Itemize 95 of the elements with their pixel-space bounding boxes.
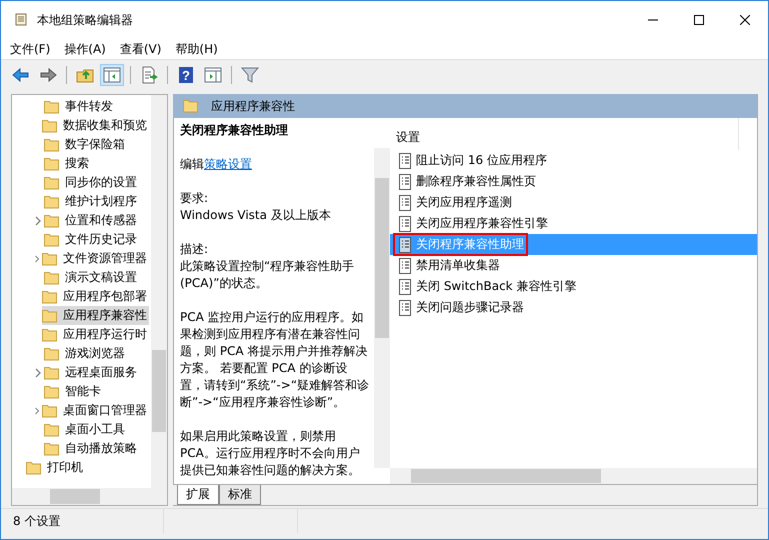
tree-item[interactable]: 事件转发 [44,97,115,116]
folder-icon [44,138,60,152]
setting-row[interactable]: 关闭问题步骤记录器 [390,297,757,318]
maximize-icon [694,15,704,25]
folder-icon [42,308,58,322]
tree-item[interactable]: 桌面窗口管理器 [42,401,149,420]
section-title: 应用程序兼容性 [211,98,295,114]
folder-icon [26,460,42,474]
expand-chevron-icon[interactable] [34,368,42,378]
horizontal-scrollbar[interactable] [390,468,757,484]
tree-item[interactable]: 游戏浏览器 [44,344,127,363]
policy-document-icon [397,152,413,168]
folder-icon [44,346,60,360]
folder-icon [44,194,60,208]
tree-item[interactable]: 智能卡 [44,382,103,401]
tree-item[interactable]: 应用程序运行时 [42,325,149,344]
edit-label: 编辑 [180,157,204,171]
tree-item[interactable]: 文件资源管理器 [42,249,149,268]
policy-settings-link[interactable]: 策略设置 [204,157,252,171]
setting-row[interactable]: 关闭 SwitchBack 兼容性引擎 [390,276,757,297]
expand-chevron-icon[interactable] [34,216,42,226]
menu-item[interactable]: 帮助(H) [175,40,218,58]
setting-row[interactable]: 关闭应用程序遥测 [390,192,757,213]
setting-label: 关闭 SwitchBack 兼容性引擎 [416,278,576,295]
expand-chevron-icon[interactable] [34,254,40,264]
tree-item[interactable]: 位置和传感器 [44,211,139,230]
tree-item[interactable]: 同步你的设置 [44,173,139,192]
policy-document-icon [397,194,413,210]
requirements-text: Windows Vista 及以上版本 [180,207,332,224]
description-paragraph: 如果启用此策略设置，则禁用 PCA。运行应用程序时不会向用户提供已知兼容性问题的解决方案。 [180,428,361,479]
tree-item[interactable]: 文件历史记录 [44,230,139,249]
setting-label: 关闭应用程序兼容性引擎 [416,215,548,232]
policy-document-icon [397,258,413,274]
policy-document-icon [397,278,413,294]
window-title: 本地组策略编辑器 [37,12,134,28]
folder-icon [44,366,60,380]
tree-item[interactable]: 打印机 [26,458,85,477]
folder-icon [42,404,58,418]
policy-document-icon [397,300,413,316]
setting-label: 关闭程序兼容性助理 [416,236,524,253]
menu-item[interactable]: 操作(A) [64,40,106,58]
tree-item[interactable]: 演示文稿设置 [44,268,139,287]
tree-item[interactable]: 搜索 [44,154,91,173]
folder-icon [183,99,199,113]
folder-icon [44,422,60,436]
menu-item[interactable]: 文件(F) [10,40,50,58]
policy-document-icon [397,174,413,190]
folder-icon [42,118,58,132]
description-label: 描述: [180,241,210,258]
folder-icon [44,232,60,246]
tree-item[interactable]: 数据收集和预览 [42,116,149,135]
folder-icon [44,214,60,228]
tree-item[interactable]: 桌面小工具 [44,420,127,439]
folder-icon [42,252,58,266]
setting-label: 阻止访问 16 位应用程序 [416,152,547,169]
setting-row[interactable]: 关闭应用程序兼容性引擎 [390,213,757,234]
description-paragraph: 此策略设置控制“程序兼容性助手(PCA)”的状态。 [180,258,356,292]
tree-item[interactable]: 自动播放策略 [44,439,139,458]
folder-icon [42,328,58,342]
description-paragraph: PCA 监控用户运行的应用程序。如果检测到应用程序有潜在兼容性问题，则 PCA 将提示用户并推荐解决方案。 若要配置 PCA 的诊断设置，请转到“系统”->“疑难解答和诊断”->“应用程序兼容性诊断”。 [180,309,370,411]
tree-item[interactable]: 应用程序包部署 [42,287,149,306]
tree-item[interactable]: 数字保险箱 [44,135,127,154]
pane-toggle-icon[interactable] [100,64,124,86]
status-text: 8 个设置 [1,509,164,533]
setting-label: 关闭应用程序遥测 [416,194,512,211]
setting-row[interactable]: 阻止访问 16 位应用程序 [390,150,757,171]
folder-icon [44,156,60,170]
expand-chevron-icon[interactable] [34,406,40,416]
horizontal-scrollbar[interactable] [12,488,167,505]
view-tab[interactable]: 扩展 [177,485,219,505]
setting-label: 关闭问题步骤记录器 [416,299,524,316]
folder-icon [44,270,60,284]
setting-label: 删除程序兼容性属性页 [416,173,536,190]
column-header[interactable]: 设置 [390,118,739,150]
folder-icon [44,176,60,190]
vertical-scrollbar[interactable] [374,148,390,468]
policy-document-icon [397,236,413,252]
menu-item[interactable]: 查看(V) [120,40,162,58]
requirements-label: 要求: [180,190,210,207]
tree-item[interactable]: 远程桌面服务 [44,363,139,382]
close-icon [740,15,750,25]
tree-item[interactable]: 维护计划程序 [44,192,139,211]
folder-icon [42,290,58,304]
tree-item[interactable]: 应用程序兼容性 [42,306,149,325]
scroll-icon [13,12,29,28]
folder-icon [44,442,60,456]
setting-row[interactable]: 删除程序兼容性属性页 [390,171,757,192]
view-tab[interactable]: 标准 [219,485,261,505]
setting-label: 禁用清单收集器 [416,257,500,274]
vertical-scrollbar[interactable] [151,95,167,488]
folder-icon [44,384,60,398]
policy-title: 关闭程序兼容性助理 [180,122,289,139]
policy-document-icon [397,216,413,232]
folder-icon [44,100,60,114]
setting-row[interactable]: 禁用清单收集器 [390,255,757,276]
